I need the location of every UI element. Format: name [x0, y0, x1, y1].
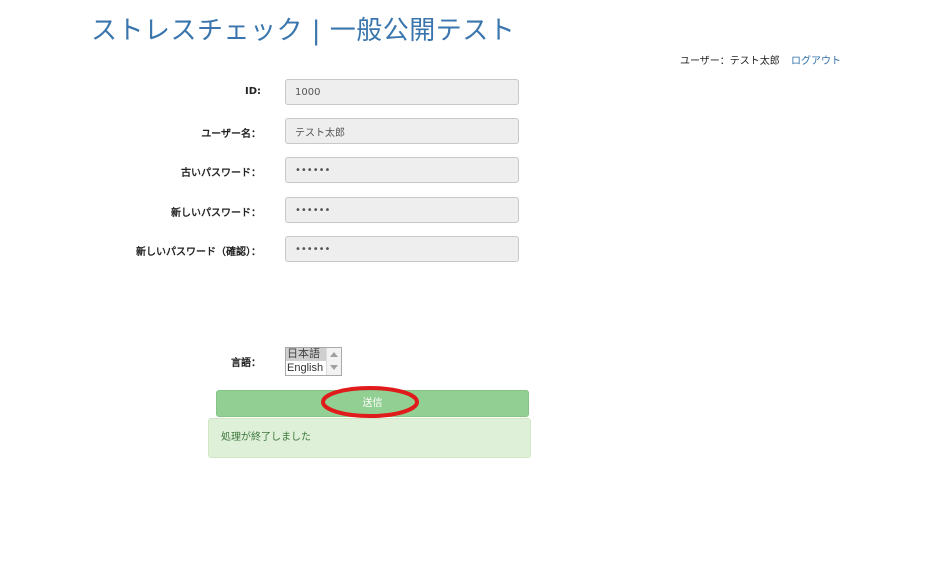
logout-link[interactable]: ログアウト: [791, 56, 841, 67]
old-password-field[interactable]: [285, 157, 519, 183]
username-label: ユーザー名：: [201, 129, 261, 140]
language-label: 言語：: [231, 358, 261, 369]
scroll-down-arrow-icon[interactable]: [330, 365, 338, 370]
new-password-label: 新しいパスワード：: [171, 208, 261, 219]
username-field[interactable]: [285, 118, 519, 144]
page-title: ストレスチェック | 一般公開テスト: [91, 16, 516, 46]
id-field[interactable]: [285, 79, 519, 105]
confirm-password-field[interactable]: [285, 236, 519, 262]
language-select[interactable]: 日本語 English: [285, 347, 342, 376]
confirm-password-label: 新しいパスワード（確認）：: [136, 247, 261, 258]
old-password-label: 古いパスワード：: [181, 168, 261, 179]
language-option-japanese[interactable]: 日本語: [286, 348, 327, 361]
user-name-label: ユーザー：テスト太郎: [680, 56, 780, 67]
new-password-field[interactable]: [285, 197, 519, 223]
success-alert: 処理が終了しました: [208, 418, 531, 458]
language-select-scrollbar[interactable]: [326, 348, 341, 375]
scroll-up-arrow-icon[interactable]: [330, 352, 338, 357]
id-label: ID:: [244, 86, 261, 97]
language-option-english[interactable]: English: [286, 362, 327, 375]
submit-button[interactable]: 送信: [216, 390, 529, 417]
user-info: ユーザー：テスト太郎 ログアウト: [680, 52, 841, 67]
